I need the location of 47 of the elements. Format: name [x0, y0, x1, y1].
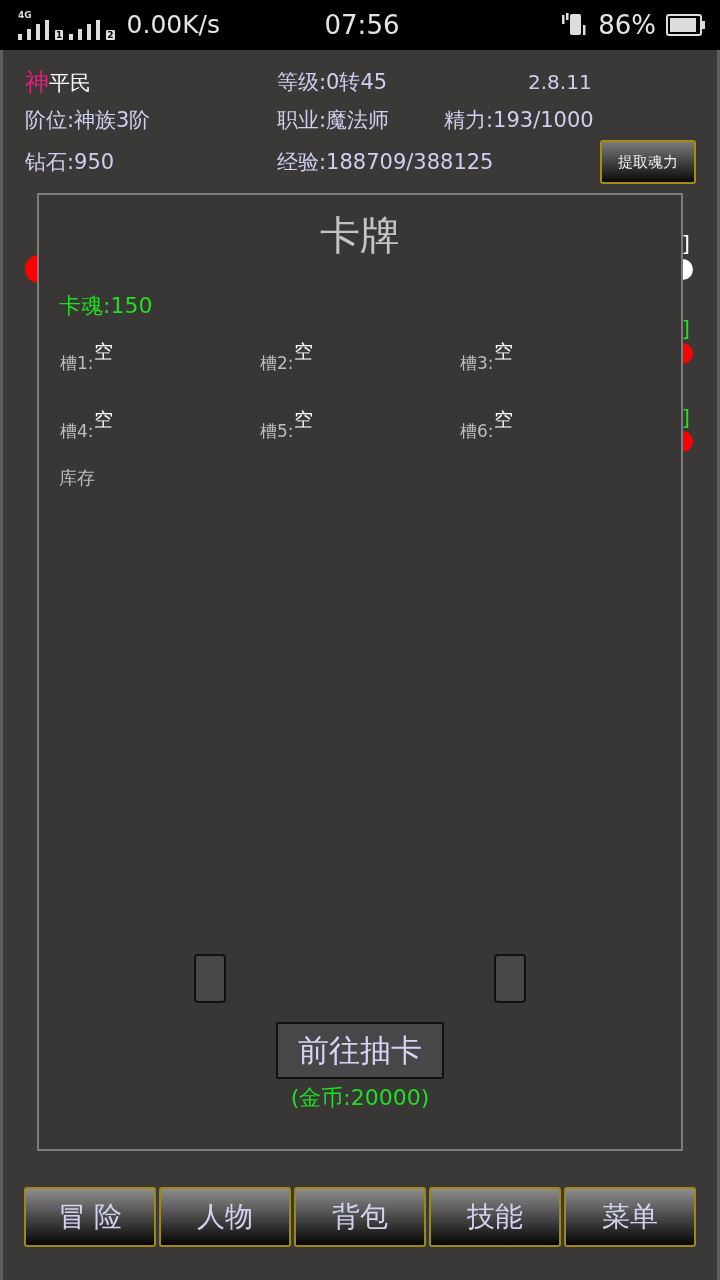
slot-label: 槽4: [60, 421, 94, 441]
extract-soul-button[interactable]: 提取魂力 [600, 140, 696, 184]
slot-value: 空 [293, 409, 313, 429]
slot-value: 空 [93, 409, 113, 429]
slot-label: 槽3: [460, 353, 494, 373]
network-type: 4G [18, 10, 32, 20]
card-placeholder [194, 954, 226, 1003]
slot-value: 空 [493, 341, 513, 361]
draw-card-button[interactable]: 前往抽卡 [276, 1022, 444, 1079]
nav-button[interactable]: 冒 险 [24, 1187, 156, 1247]
signal-icon [69, 20, 102, 40]
battery-icon [666, 14, 706, 36]
nav-button[interactable]: 人物 [159, 1187, 291, 1247]
slot-label: 槽6: [460, 421, 494, 441]
network-speed: 0.00K/s [126, 10, 221, 40]
exp-text: 经验:188709/388125 [277, 149, 494, 176]
inventory-label: 库存 [59, 466, 95, 490]
energy-text: 精力:193/1000 [444, 107, 594, 134]
vibrate-icon [562, 13, 589, 37]
dialog-title: 卡牌 [320, 211, 400, 260]
bracket-label: ] [681, 318, 690, 340]
bracket-label: ] [681, 407, 690, 429]
sim-indicator: 2 [106, 30, 115, 40]
nav-button[interactable]: 技能 [429, 1187, 561, 1247]
bracket-label: ] [681, 233, 690, 255]
clock: 07:56 [324, 10, 400, 40]
battery-percent: 86% [598, 10, 656, 40]
slot-value: 空 [93, 341, 113, 361]
player-title: 平民 [49, 71, 91, 97]
rank-text: 阶位:神族3阶 [25, 107, 151, 134]
signal-icon [18, 20, 50, 40]
version-text: 2.8.11 [528, 70, 592, 94]
card-soul-count: 卡魂:150 [59, 292, 153, 320]
level-text: 等级:0转45 [277, 69, 388, 96]
slot-label: 槽1: [60, 353, 94, 373]
sim-indicator: 1 [55, 30, 64, 40]
slot-value: 空 [293, 341, 313, 361]
race-label: 神 [25, 67, 49, 98]
slot-value: 空 [493, 409, 513, 429]
job-text: 职业:魔法师 [277, 107, 390, 134]
nav-button[interactable]: 菜单 [564, 1187, 696, 1247]
slot-label: 槽2: [260, 353, 294, 373]
card-placeholder [494, 954, 526, 1003]
diamond-text: 钻石:950 [25, 149, 115, 176]
slot-label: 槽5: [260, 421, 294, 441]
nav-button[interactable]: 背包 [294, 1187, 426, 1247]
draw-cost: (金币:20000) [290, 1085, 430, 1111]
